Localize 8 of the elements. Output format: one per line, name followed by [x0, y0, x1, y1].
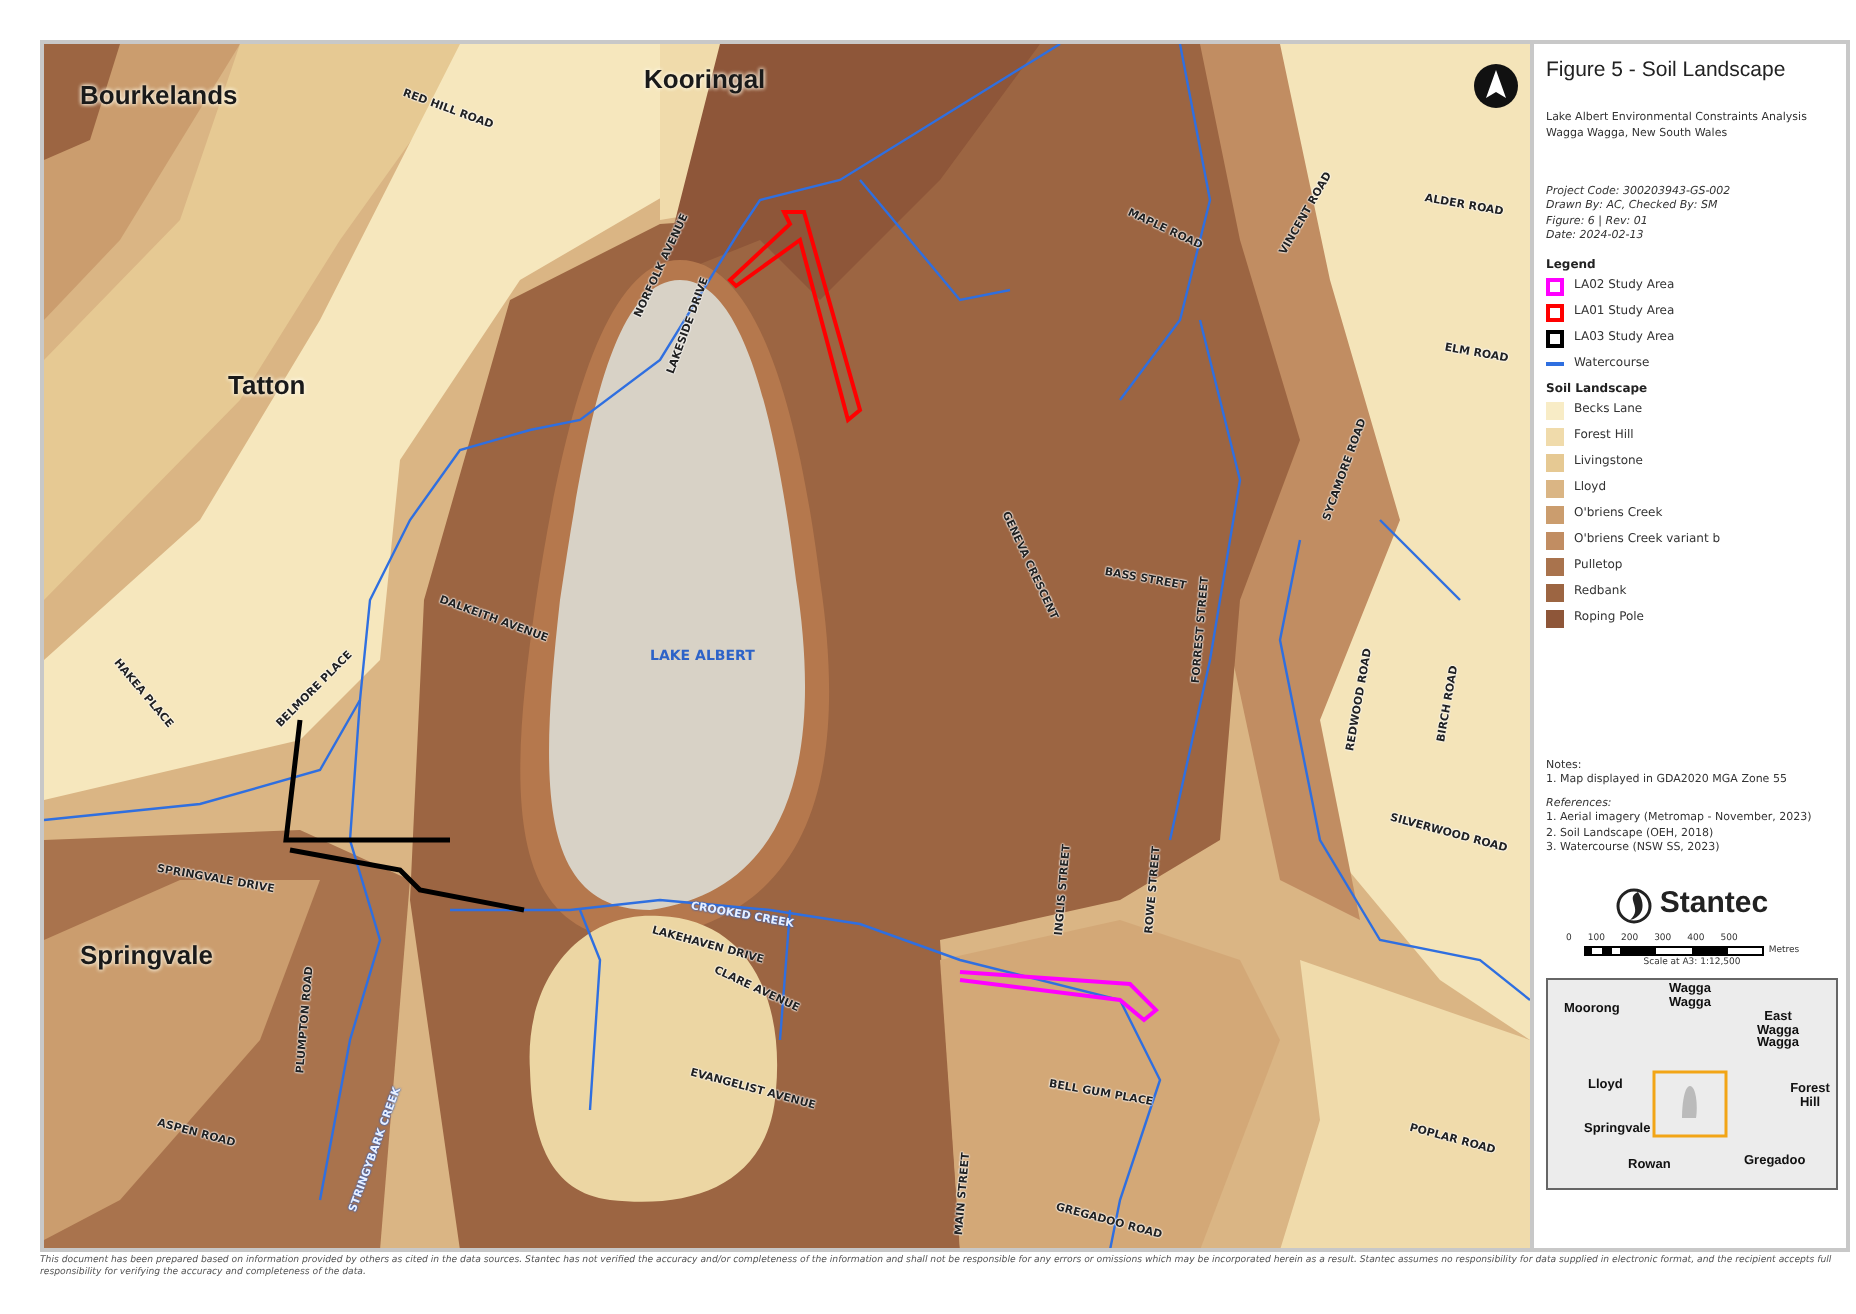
logo-text: Stantec: [1659, 884, 1769, 925]
figure-title: Figure 5 - Soil Landscape: [1546, 56, 1788, 85]
place-label: Springvale: [80, 940, 213, 970]
logo-icon: [1615, 887, 1652, 924]
locator-area-icon: [1652, 1069, 1728, 1138]
place-label: Bourkelands: [80, 80, 238, 110]
scale-bar-icon: [1584, 946, 1765, 957]
place-label: Tatton: [228, 370, 306, 400]
